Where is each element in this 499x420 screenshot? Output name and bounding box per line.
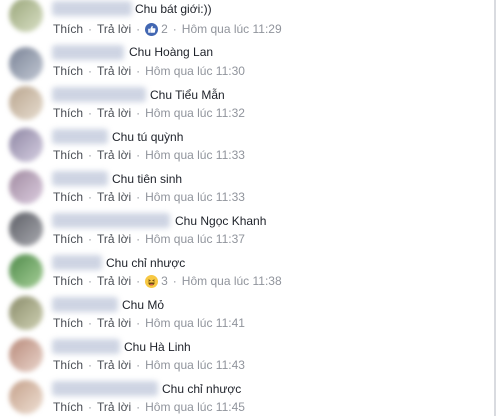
commenter-name-redacted[interactable] [52,129,108,144]
like-link[interactable]: Thích [53,232,83,246]
reaction-count[interactable]: 3 [145,274,168,288]
timestamp[interactable]: Hôm qua lúc 11:43 [145,358,245,372]
comment-text: Chu Tiểu Mẫn [150,88,225,102]
avatar[interactable] [9,254,43,288]
timestamp[interactable]: Hôm qua lúc 11:33 [145,148,245,162]
reply-link[interactable]: Trả lời [97,22,131,36]
avatar[interactable] [9,86,43,120]
like-link[interactable]: Thích [53,400,83,414]
like-link[interactable]: Thích [53,22,83,36]
scrollbar-divider [494,0,496,416]
commenter-name-redacted[interactable] [52,255,102,270]
commenter-name-redacted[interactable] [52,171,108,186]
comment-actions: Thích · Trả lời · Hôm qua lúc 11:41 [53,316,245,330]
avatar[interactable] [9,170,43,204]
comment-text: Chu Hoàng Lan [129,45,214,59]
comment-actions: Thích · Trả lời · 3 · Hôm qua lúc 11:38 [53,274,282,288]
timestamp[interactable]: Hôm qua lúc 11:32 [145,106,245,120]
like-link[interactable]: Thích [53,148,83,162]
reply-link[interactable]: Trả lời [97,358,131,372]
comment-item: Chu chỉ nhược Thích · Trả lời · Hôm qua lúc … [0,378,494,420]
comment-actions: Thích · Trả lời · Hôm qua lúc 11:32 [53,106,245,120]
timestamp[interactable]: Hôm qua lúc 11:29 [182,22,282,36]
comment-item: Chu tú quỳnh Thích · Trả lời · Hôm qua lúc 1… [0,126,494,168]
comment-item: Chu bát giới:)) Thích · Trả lời · 2 · Hôm qua … [0,0,494,42]
like-link[interactable]: Thích [53,64,83,78]
comment-item: Chu Ngọc Khanh Thích · Trả lời · Hôm qua lúc… [0,210,494,252]
reply-link[interactable]: Trả lời [97,148,131,162]
reply-link[interactable]: Trả lời [97,106,131,120]
comment-item: Chu Hoàng Lan Thích · Trả lời · Hôm qua lúc … [0,42,494,84]
like-link[interactable]: Thích [53,316,83,330]
commenter-name-redacted[interactable] [52,87,146,102]
comment-item: Chu tiên sinh Thích · Trả lời · Hôm qua lúc … [0,168,494,210]
avatar[interactable] [9,212,43,246]
timestamp[interactable]: Hôm qua lúc 11:33 [145,190,245,204]
comment-actions: Thích · Trả lời · Hôm qua lúc 11:45 [53,400,245,414]
comment-item: Chu Hà Linh Thích · Trả lời · Hôm qua lúc 11… [0,336,494,378]
comment-text: Chu tú quỳnh [112,130,184,144]
like-link[interactable]: Thích [53,106,83,120]
comment-text: Chu chỉ nhược [162,382,242,396]
avatar[interactable] [9,338,43,372]
reply-link[interactable]: Trả lời [97,316,131,330]
commenter-name-redacted[interactable] [52,297,118,312]
comment-actions: Thích · Trả lời · Hôm qua lúc 11:43 [53,358,245,372]
reply-link[interactable]: Trả lời [97,64,131,78]
comment-actions: Thích · Trả lời · Hôm qua lúc 11:37 [53,232,245,246]
comment-item: Chu Mỏ Thích · Trả lời · Hôm qua lúc 11:41 [0,294,494,336]
comment-actions: Thích · Trả lời · Hôm qua lúc 11:33 [53,190,245,204]
commenter-name-redacted[interactable] [52,381,158,396]
avatar[interactable] [9,0,43,32]
comment-actions: Thích · Trả lời · Hôm qua lúc 11:33 [53,148,245,162]
avatar[interactable] [9,380,43,414]
reply-link[interactable]: Trả lời [97,232,131,246]
like-link[interactable]: Thích [53,274,83,288]
reaction-count[interactable]: 2 [145,22,168,36]
avatar[interactable] [9,47,43,81]
like-link[interactable]: Thích [53,358,83,372]
avatar[interactable] [9,296,43,330]
comment-actions: Thích · Trả lời · Hôm qua lúc 11:30 [53,64,245,78]
timestamp[interactable]: Hôm qua lúc 11:41 [145,316,245,330]
commenter-name-redacted[interactable] [52,213,170,228]
comment-text: Chu Mỏ [122,298,165,312]
timestamp[interactable]: Hôm qua lúc 11:37 [145,232,245,246]
comment-text: Chu bát giới:)) [135,2,212,16]
comment-actions: Thích · Trả lời · 2 · Hôm qua lúc 11:29 [53,22,282,36]
timestamp[interactable]: Hôm qua lúc 11:38 [182,274,282,288]
timestamp[interactable]: Hôm qua lúc 11:30 [145,64,245,78]
reply-link[interactable]: Trả lời [97,274,131,288]
comment-text: Chu tiên sinh [112,172,183,186]
comment-text: Chu chỉ nhược [106,256,186,270]
commenter-name-redacted[interactable] [52,1,132,16]
commenter-name-redacted[interactable] [52,339,120,354]
avatar[interactable] [9,128,43,162]
haha-reaction-icon [145,275,159,288]
timestamp[interactable]: Hôm qua lúc 11:45 [145,400,245,414]
comment-text: Chu Ngọc Khanh [175,214,267,228]
comment-text: Chu Hà Linh [124,340,191,354]
reply-link[interactable]: Trả lời [97,190,131,204]
commenter-name-redacted[interactable] [52,45,124,60]
reply-link[interactable]: Trả lời [97,400,131,414]
like-reaction-icon [145,23,159,36]
like-link[interactable]: Thích [53,190,83,204]
comment-item: Chu Tiểu Mẫn Thích · Trả lời · Hôm qua lúc 1… [0,84,494,126]
comment-item: Chu chỉ nhược Thích · Trả lời · 3 · Hôm qua lú… [0,252,494,294]
